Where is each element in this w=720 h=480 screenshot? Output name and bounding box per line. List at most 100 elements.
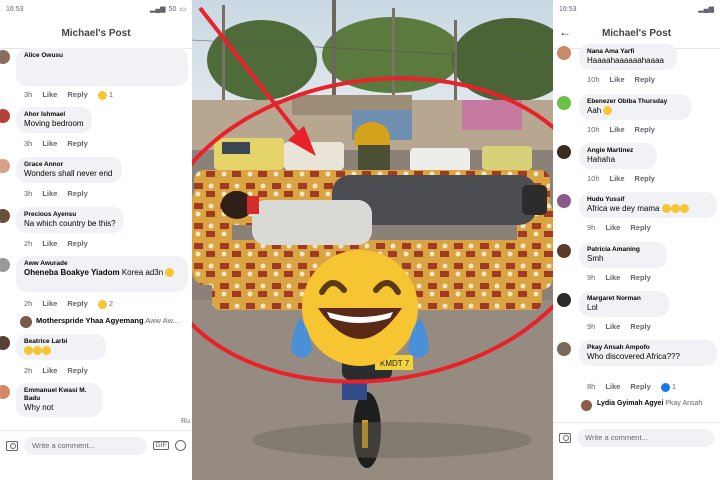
comment-author[interactable]: Alice Owusu	[24, 52, 180, 60]
comment-author[interactable]: Emmanuel Kwasi M. Badu	[24, 387, 94, 403]
comment-bubble: Aww Awurade Oheneba Boakye Yiadom Korea …	[16, 256, 188, 292]
avatar[interactable]	[581, 400, 592, 411]
reply-button[interactable]: Reply	[67, 139, 87, 148]
comment-text: Africa we dey mama	[587, 203, 660, 213]
comment-actions: 3h Like Reply	[24, 189, 88, 198]
reply-button[interactable]: Reply	[635, 75, 655, 84]
avatar[interactable]	[557, 194, 571, 208]
reply-button[interactable]: Reply	[630, 273, 650, 282]
camera-icon[interactable]	[559, 432, 571, 443]
like-button[interactable]: Like	[605, 382, 620, 391]
comment-author[interactable]: Angie Martinez	[587, 147, 649, 155]
comment-author[interactable]: Hudu Yussif	[587, 196, 709, 204]
comment-author[interactable]: Nana Ama Yarfi	[587, 48, 669, 56]
comment-text: Korea ad3n	[121, 267, 164, 277]
photo-illustration: KMDT 7	[192, 0, 553, 480]
like-button[interactable]: Like	[42, 189, 57, 198]
comment-bubble: Alice Owusu	[16, 48, 188, 86]
reply-button[interactable]: Reply	[630, 223, 650, 232]
laugh-emoji-icon	[33, 346, 42, 356]
like-button[interactable]: Like	[42, 366, 57, 375]
like-button[interactable]: Like	[610, 174, 625, 183]
back-arrow-icon[interactable]: ←	[559, 25, 571, 39]
avatar[interactable]	[0, 109, 10, 123]
reply-button[interactable]: Reply	[635, 125, 655, 134]
like-button[interactable]: Like	[610, 75, 625, 84]
reply-author[interactable]: Lydia Gyimah Agyei	[597, 400, 663, 407]
tagged-user[interactable]: Oheneba Boakye Yiadom	[24, 268, 120, 277]
avatar[interactable]	[557, 145, 571, 159]
comment-input[interactable]: Write a comment...	[24, 436, 148, 455]
emoji-picker-icon[interactable]	[175, 440, 186, 451]
reply-button[interactable]: Reply	[67, 90, 87, 99]
reply-button[interactable]: Reply	[630, 382, 650, 391]
status-time: 16:53	[6, 5, 24, 13]
comment-text: Wonders shall never end	[24, 168, 113, 178]
avatar[interactable]	[0, 258, 10, 272]
comment-author[interactable]: Precious Ayensu	[24, 211, 116, 219]
reaction-count: 1	[108, 90, 114, 99]
laugh-reaction-icon[interactable]	[97, 299, 107, 309]
comment-time: 9h	[587, 273, 596, 282]
laugh-reaction-icon[interactable]	[97, 90, 107, 100]
avatar[interactable]	[557, 46, 571, 60]
comment-actions: 3h Like Reply	[24, 139, 88, 148]
status-bar: 16:53 ▂▄▆ 50 ▭	[0, 0, 192, 18]
comment-actions: 8h Like Reply 1	[587, 382, 676, 392]
camera-icon[interactable]	[6, 440, 18, 451]
avatar[interactable]	[0, 50, 10, 64]
gif-icon[interactable]: GIF	[153, 441, 169, 450]
like-reaction-icon[interactable]	[660, 382, 670, 392]
status-bar: 16:53 ▂▄▆	[553, 0, 720, 18]
comment-text: Haaaahaaaaaahaaaa	[587, 55, 664, 65]
avatar[interactable]	[0, 209, 10, 223]
reply-button[interactable]: Reply	[67, 366, 87, 375]
avatar[interactable]	[557, 342, 571, 356]
avatar[interactable]	[0, 159, 10, 173]
avatar[interactable]	[557, 244, 571, 258]
like-button[interactable]: Like	[610, 125, 625, 134]
comment-time: 3h	[24, 90, 33, 100]
comment-time: 2h	[24, 239, 33, 248]
comment-author[interactable]: Ebenezer Obiba Thursday	[587, 98, 683, 106]
comment-time: 3h	[24, 189, 33, 198]
comment-time: 9h	[587, 322, 596, 331]
reply-button[interactable]: Reply	[67, 239, 87, 248]
avatar[interactable]	[0, 336, 10, 350]
comment-text: Aah	[587, 105, 602, 115]
like-button[interactable]: Like	[605, 273, 620, 282]
comment-author[interactable]: Margaret Norman	[587, 295, 661, 303]
left-comments-panel: 16:53 ▂▄▆ 50 ▭ Michael's Post Alice Owus…	[0, 0, 192, 480]
signal-icon: ▂▄▆	[149, 6, 166, 13]
surprised-emoji-icon	[603, 106, 613, 116]
like-button[interactable]: Like	[605, 322, 620, 331]
avatar[interactable]	[557, 96, 571, 110]
reply-button[interactable]: Reply	[67, 189, 87, 198]
comment-author[interactable]: Grace Annor	[24, 161, 114, 169]
avatar[interactable]	[0, 385, 10, 399]
comment-author[interactable]: Aww Awurade	[24, 260, 180, 268]
post-title: Michael's Post	[601, 27, 672, 39]
comment-composer: Write a comment...	[553, 422, 720, 452]
like-button[interactable]: Like	[42, 239, 57, 248]
post-photo[interactable]: KMDT 7	[192, 0, 553, 480]
comment-author[interactable]: Pkay Ansah Ampofo	[587, 344, 709, 352]
avatar[interactable]	[20, 316, 32, 328]
comment-input[interactable]: Write a comment...	[577, 428, 714, 447]
like-button[interactable]: Like	[605, 223, 620, 232]
comment-text: Smh	[587, 253, 604, 263]
comment-author[interactable]: Patricia Amaning	[587, 246, 659, 254]
battery-level: 50	[168, 5, 177, 13]
reply-button[interactable]: Reply	[67, 299, 87, 308]
like-button[interactable]: Like	[42, 139, 57, 148]
reply-button[interactable]: Reply	[630, 322, 650, 331]
comment-text: Why not	[24, 402, 54, 412]
comment-actions: 9h Like Reply	[587, 223, 651, 232]
reply-author[interactable]: Motherspride Yhaa Agyemang	[36, 316, 144, 325]
like-button[interactable]: Like	[42, 90, 57, 99]
comment-author[interactable]: Beatrice Larbi	[24, 338, 98, 346]
reply-button[interactable]: Reply	[635, 174, 655, 183]
avatar[interactable]	[557, 293, 571, 307]
comment-author[interactable]: Ahor Ishmael	[24, 111, 84, 119]
like-button[interactable]: Like	[42, 299, 57, 308]
